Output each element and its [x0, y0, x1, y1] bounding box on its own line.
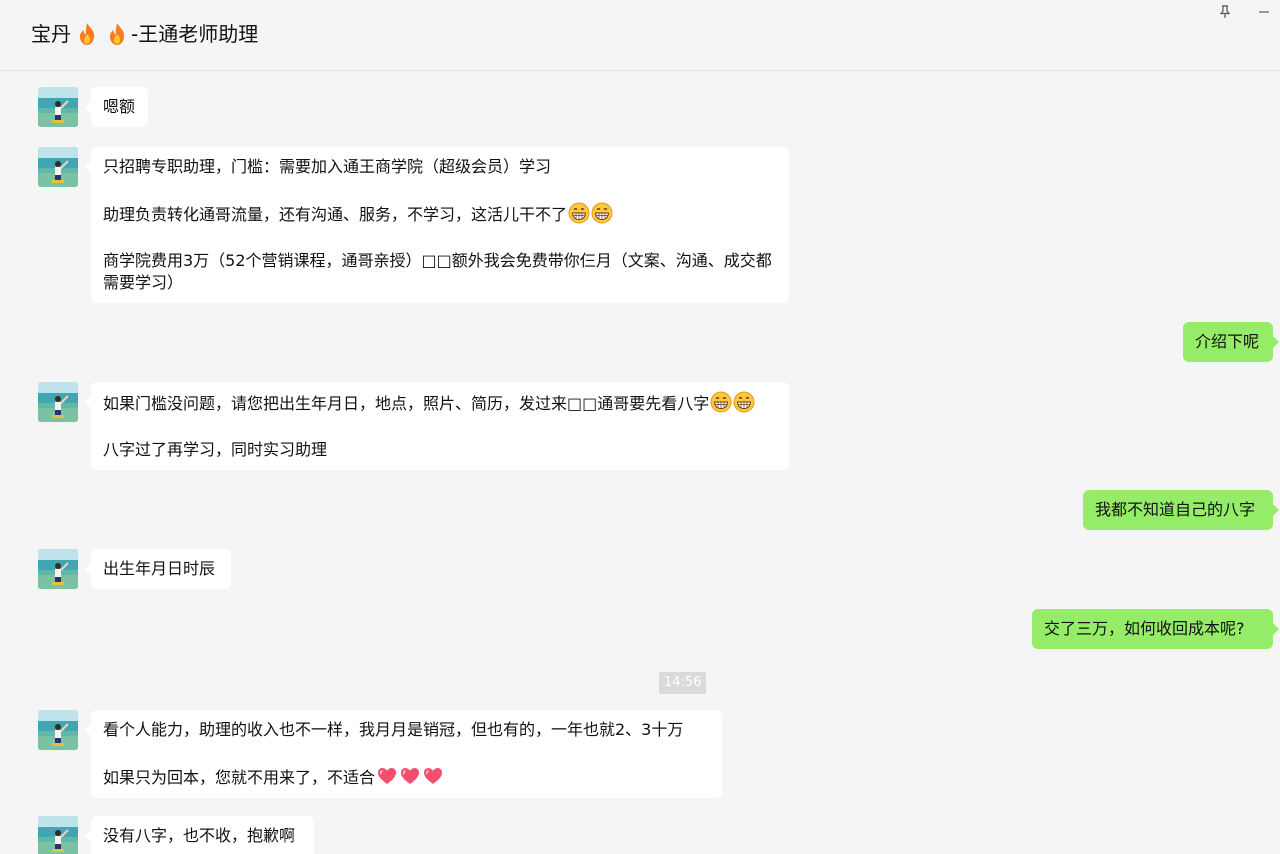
message-text: 嗯额	[103, 96, 136, 118]
message-text: 商学院费用3万（52个营销课程，通哥亲授）□□额外我会免费带你仨月（文案、沟通、…	[103, 250, 777, 294]
avatar[interactable]	[38, 87, 78, 127]
grin-icon	[733, 391, 755, 413]
message-text: 介绍下呢	[1195, 331, 1261, 353]
avatar[interactable]	[38, 382, 78, 422]
message-text-content: 商学院费用3万（52个营销课程，通哥亲授）□□额外我会免费带你仨月（文案、沟通、…	[103, 251, 772, 292]
message-text-content: 没有八字，也不收，抱歉啊	[103, 826, 296, 845]
chat-title-name: 宝丹	[31, 22, 71, 46]
message-text-content: 只招聘专职助理，门槛：需要加入通王商学院（超级会员）学习	[103, 157, 552, 176]
heart-icon	[424, 768, 443, 784]
fire-icon	[109, 23, 125, 45]
fire-icon	[79, 23, 95, 45]
chat-header: 宝丹 -王通老师助理	[0, 0, 1280, 71]
message-text-content: 我都不知道自己的八字	[1095, 500, 1256, 519]
message-text: 如果只为回本，您就不用来了，不适合	[103, 765, 710, 789]
grin-icon	[568, 202, 590, 224]
message-text-content: 如果只为回本，您就不用来了，不适合	[103, 768, 376, 787]
message-text: 只招聘专职助理，门槛：需要加入通王商学院（超级会员）学习	[103, 156, 777, 178]
heart-icon	[378, 768, 397, 784]
grin-icon	[591, 202, 613, 224]
avatar[interactable]	[38, 147, 78, 187]
pin-icon[interactable]	[1214, 2, 1236, 22]
message-text: 如果门槛没问题，请您把出生年月日，地点，照片、简历，发过来□□通哥要先看八字	[103, 391, 777, 415]
message-text: 没有八字，也不收，抱歉啊	[103, 825, 302, 847]
message-timestamp: 14:56	[659, 672, 707, 694]
message-text: 助理负责转化通哥流量，还有沟通、服务，不学习，这活儿干不了	[103, 202, 777, 226]
avatar[interactable]	[38, 710, 78, 750]
outgoing-message[interactable]: 我都不知道自己的八字	[1083, 490, 1279, 530]
message-text: 看个人能力，助理的收入也不一样，我月月是销冠，但也有的，一年也就2、3十万	[103, 719, 710, 741]
message-text-content: 交了三万，如何收回成本呢?	[1044, 619, 1245, 638]
message-text-content: 助理负责转化通哥流量，还有沟通、服务，不学习，这活儿干不了	[103, 205, 568, 224]
grin-icon	[710, 391, 732, 413]
outgoing-message[interactable]: 介绍下呢	[1183, 322, 1279, 362]
avatar[interactable]	[38, 816, 78, 854]
incoming-message[interactable]: 出生年月日时辰	[85, 549, 231, 589]
chat-title-suffix: -王通老师助理	[131, 22, 259, 46]
message-text-content: 嗯额	[103, 97, 136, 116]
message-text-content: 如果门槛没问题，请您把出生年月日，地点，照片、简历，发过来□□通哥要先看八字	[103, 394, 710, 413]
message-text: 出生年月日时辰	[103, 558, 219, 580]
message-text-content: 出生年月日时辰	[103, 559, 216, 578]
avatar[interactable]	[38, 549, 78, 589]
message-text-content: 看个人能力，助理的收入也不一样，我月月是销冠，但也有的，一年也就2、3十万	[103, 720, 684, 739]
message-text: 我都不知道自己的八字	[1095, 499, 1261, 521]
outgoing-message[interactable]: 交了三万，如何收回成本呢?	[1032, 609, 1279, 649]
chat-window: 宝丹 -王通老师助理 嗯额 只招聘专职助理，门槛：需要加入通王商学院（超级会员）…	[0, 0, 1280, 854]
incoming-message[interactable]: 看个人能力，助理的收入也不一样，我月月是销冠，但也有的，一年也就2、3十万 如果只…	[85, 710, 722, 798]
incoming-message[interactable]: 如果门槛没问题，请您把出生年月日，地点，照片、简历，发过来□□通哥要先看八字 八…	[85, 382, 789, 470]
incoming-message[interactable]: 嗯额	[85, 87, 148, 127]
minimize-icon[interactable]	[1253, 2, 1275, 22]
message-text-content: 八字过了再学习，同时实习助理	[103, 440, 328, 459]
incoming-message[interactable]: 只招聘专职助理，门槛：需要加入通王商学院（超级会员）学习 助理负责转化通哥流量，还…	[85, 147, 789, 303]
message-text-content: 介绍下呢	[1195, 332, 1260, 351]
message-text: 交了三万，如何收回成本呢?	[1044, 618, 1261, 640]
heart-icon	[401, 768, 420, 784]
chat-title: 宝丹 -王通老师助理	[31, 20, 258, 48]
message-text: 八字过了再学习，同时实习助理	[103, 439, 777, 461]
incoming-message[interactable]: 没有八字，也不收，抱歉啊	[85, 816, 314, 854]
